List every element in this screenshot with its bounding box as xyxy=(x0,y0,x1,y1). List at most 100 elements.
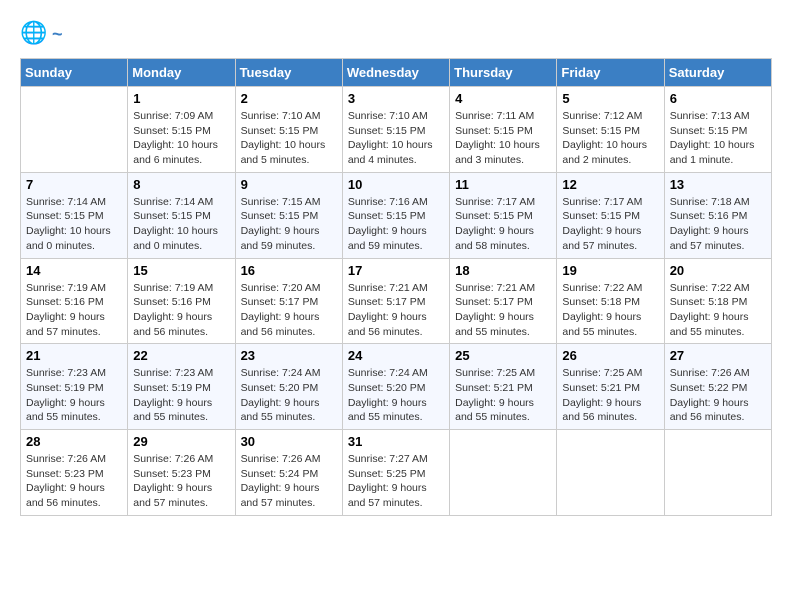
day-number: 26 xyxy=(562,348,658,363)
header-day-friday: Friday xyxy=(557,59,664,87)
cell-content: Sunrise: 7:21 AM Sunset: 5:17 PM Dayligh… xyxy=(348,281,444,340)
cell-content: Sunrise: 7:12 AM Sunset: 5:15 PM Dayligh… xyxy=(562,109,658,168)
cell-content: Sunrise: 7:19 AM Sunset: 5:16 PM Dayligh… xyxy=(133,281,229,340)
calendar-cell: 8 Sunrise: 7:14 AM Sunset: 5:15 PM Daylig… xyxy=(128,172,235,258)
calendar-cell: 1 Sunrise: 7:09 AM Sunset: 5:15 PM Daylig… xyxy=(128,87,235,173)
header-day-monday: Monday xyxy=(128,59,235,87)
cell-content: Sunrise: 7:21 AM Sunset: 5:17 PM Dayligh… xyxy=(455,281,551,340)
day-number: 2 xyxy=(241,91,337,106)
day-number: 18 xyxy=(455,263,551,278)
header-day-wednesday: Wednesday xyxy=(342,59,449,87)
day-number: 23 xyxy=(241,348,337,363)
calendar-cell: 9 Sunrise: 7:15 AM Sunset: 5:15 PM Daylig… xyxy=(235,172,342,258)
calendar-week-4: 21 Sunrise: 7:23 AM Sunset: 5:19 PM Dayli… xyxy=(21,344,772,430)
calendar-week-2: 7Sunrise: 7:14 AM Sunset: 5:15 PM Daylig… xyxy=(21,172,772,258)
cell-content: Sunrise: 7:27 AM Sunset: 5:25 PM Dayligh… xyxy=(348,452,444,511)
cell-content: Sunrise: 7:23 AM Sunset: 5:19 PM Dayligh… xyxy=(26,366,122,425)
day-number: 13 xyxy=(670,177,766,192)
day-number: 1 xyxy=(133,91,229,106)
cell-content: Sunrise: 7:25 AM Sunset: 5:21 PM Dayligh… xyxy=(562,366,658,425)
cell-content: Sunrise: 7:23 AM Sunset: 5:19 PM Dayligh… xyxy=(133,366,229,425)
calendar-cell: 4 Sunrise: 7:11 AM Sunset: 5:15 PM Daylig… xyxy=(450,87,557,173)
day-number: 30 xyxy=(241,434,337,449)
day-number: 4 xyxy=(455,91,551,106)
day-number: 6 xyxy=(670,91,766,106)
calendar-cell: 12Sunrise: 7:17 AM Sunset: 5:15 PM Dayli… xyxy=(557,172,664,258)
cell-content: Sunrise: 7:16 AM Sunset: 5:15 PM Dayligh… xyxy=(348,195,444,254)
calendar-cell: 29Sunrise: 7:26 AM Sunset: 5:23 PM Dayli… xyxy=(128,430,235,516)
day-number: 8 xyxy=(133,177,229,192)
calendar-cell: 14 Sunrise: 7:19 AM Sunset: 5:16 PM Dayli… xyxy=(21,258,128,344)
day-number: 29 xyxy=(133,434,229,449)
calendar-cell: 31 Sunrise: 7:27 AM Sunset: 5:25 PM Dayli… xyxy=(342,430,449,516)
calendar-cell xyxy=(557,430,664,516)
calendar-cell: 16 Sunrise: 7:20 AM Sunset: 5:17 PM Dayli… xyxy=(235,258,342,344)
calendar-cell: 17Sunrise: 7:21 AM Sunset: 5:17 PM Dayli… xyxy=(342,258,449,344)
day-number: 28 xyxy=(26,434,122,449)
cell-content: Sunrise: 7:14 AM Sunset: 5:15 PM Dayligh… xyxy=(26,195,122,254)
cell-content: Sunrise: 7:26 AM Sunset: 5:24 PM Dayligh… xyxy=(241,452,337,511)
cell-content: Sunrise: 7:10 AM Sunset: 5:15 PM Dayligh… xyxy=(348,109,444,168)
calendar-cell: 22 Sunrise: 7:23 AM Sunset: 5:19 PM Dayli… xyxy=(128,344,235,430)
calendar-cell xyxy=(21,87,128,173)
cell-content: Sunrise: 7:26 AM Sunset: 5:23 PM Dayligh… xyxy=(26,452,122,511)
day-number: 19 xyxy=(562,263,658,278)
calendar-cell: 3 Sunrise: 7:10 AM Sunset: 5:15 PM Daylig… xyxy=(342,87,449,173)
cell-content: Sunrise: 7:10 AM Sunset: 5:15 PM Dayligh… xyxy=(241,109,337,168)
calendar-cell: 2 Sunrise: 7:10 AM Sunset: 5:15 PM Daylig… xyxy=(235,87,342,173)
cell-content: Sunrise: 7:19 AM Sunset: 5:16 PM Dayligh… xyxy=(26,281,122,340)
calendar-cell: 25 Sunrise: 7:25 AM Sunset: 5:21 PM Dayli… xyxy=(450,344,557,430)
day-number: 21 xyxy=(26,348,122,363)
calendar-cell: 19 Sunrise: 7:22 AM Sunset: 5:18 PM Dayli… xyxy=(557,258,664,344)
calendar-week-1: 1 Sunrise: 7:09 AM Sunset: 5:15 PM Daylig… xyxy=(21,87,772,173)
cell-content: Sunrise: 7:25 AM Sunset: 5:21 PM Dayligh… xyxy=(455,366,551,425)
day-number: 22 xyxy=(133,348,229,363)
cell-content: Sunrise: 7:14 AM Sunset: 5:15 PM Dayligh… xyxy=(133,195,229,254)
day-number: 5 xyxy=(562,91,658,106)
day-number: 9 xyxy=(241,177,337,192)
calendar-week-3: 14 Sunrise: 7:19 AM Sunset: 5:16 PM Dayli… xyxy=(21,258,772,344)
day-number: 10 xyxy=(348,177,444,192)
day-number: 24 xyxy=(348,348,444,363)
cell-content: Sunrise: 7:11 AM Sunset: 5:15 PM Dayligh… xyxy=(455,109,551,168)
day-number: 25 xyxy=(455,348,551,363)
day-number: 16 xyxy=(241,263,337,278)
day-number: 27 xyxy=(670,348,766,363)
calendar-week-5: 28 Sunrise: 7:26 AM Sunset: 5:23 PM Dayli… xyxy=(21,430,772,516)
cell-content: Sunrise: 7:22 AM Sunset: 5:18 PM Dayligh… xyxy=(670,281,766,340)
header-day-tuesday: Tuesday xyxy=(235,59,342,87)
cell-content: Sunrise: 7:15 AM Sunset: 5:15 PM Dayligh… xyxy=(241,195,337,254)
header-day-thursday: Thursday xyxy=(450,59,557,87)
calendar-cell: 13 Sunrise: 7:18 AM Sunset: 5:16 PM Dayli… xyxy=(664,172,771,258)
calendar-cell: 27 Sunrise: 7:26 AM Sunset: 5:22 PM Dayli… xyxy=(664,344,771,430)
calendar-cell: 15Sunrise: 7:19 AM Sunset: 5:16 PM Dayli… xyxy=(128,258,235,344)
calendar-cell: 21 Sunrise: 7:23 AM Sunset: 5:19 PM Dayli… xyxy=(21,344,128,430)
svg-text:🌐: 🌐 xyxy=(20,20,47,45)
logo: 🌐 ~ xyxy=(20,20,63,48)
calendar-cell: 6 Sunrise: 7:13 AM Sunset: 5:15 PM Daylig… xyxy=(664,87,771,173)
calendar-cell: 28 Sunrise: 7:26 AM Sunset: 5:23 PM Dayli… xyxy=(21,430,128,516)
cell-content: Sunrise: 7:26 AM Sunset: 5:22 PM Dayligh… xyxy=(670,366,766,425)
calendar-cell: 30 Sunrise: 7:26 AM Sunset: 5:24 PM Dayli… xyxy=(235,430,342,516)
cell-content: Sunrise: 7:20 AM Sunset: 5:17 PM Dayligh… xyxy=(241,281,337,340)
day-number: 11 xyxy=(455,177,551,192)
day-number: 31 xyxy=(348,434,444,449)
day-number: 14 xyxy=(26,263,122,278)
day-number: 20 xyxy=(670,263,766,278)
day-number: 3 xyxy=(348,91,444,106)
calendar-cell: 20 Sunrise: 7:22 AM Sunset: 5:18 PM Dayli… xyxy=(664,258,771,344)
day-number: 12 xyxy=(562,177,658,192)
calendar-cell: 10 Sunrise: 7:16 AM Sunset: 5:15 PM Dayli… xyxy=(342,172,449,258)
header-day-saturday: Saturday xyxy=(664,59,771,87)
cell-content: Sunrise: 7:22 AM Sunset: 5:18 PM Dayligh… xyxy=(562,281,658,340)
header-area: 🌐 ~ xyxy=(20,20,772,48)
cell-content: Sunrise: 7:09 AM Sunset: 5:15 PM Dayligh… xyxy=(133,109,229,168)
cell-content: Sunrise: 7:18 AM Sunset: 5:16 PM Dayligh… xyxy=(670,195,766,254)
header-day-sunday: Sunday xyxy=(21,59,128,87)
cell-content: Sunrise: 7:17 AM Sunset: 5:15 PM Dayligh… xyxy=(455,195,551,254)
logo-wave: ~ xyxy=(52,24,63,45)
calendar-cell: 18 Sunrise: 7:21 AM Sunset: 5:17 PM Dayli… xyxy=(450,258,557,344)
cell-content: Sunrise: 7:13 AM Sunset: 5:15 PM Dayligh… xyxy=(670,109,766,168)
calendar-cell: 11 Sunrise: 7:17 AM Sunset: 5:15 PM Dayli… xyxy=(450,172,557,258)
calendar-cell: 5 Sunrise: 7:12 AM Sunset: 5:15 PM Daylig… xyxy=(557,87,664,173)
